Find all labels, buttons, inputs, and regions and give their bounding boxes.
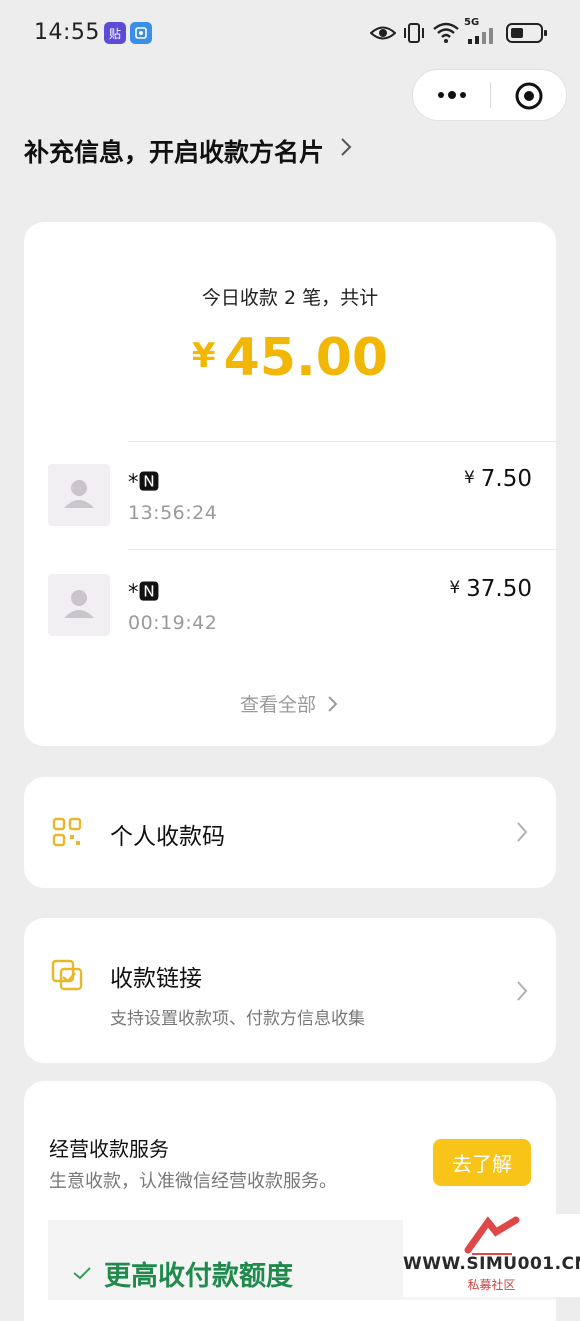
profile-setup-link[interactable]: 补充信息，开启收款方名片	[24, 133, 324, 169]
watermark-subtext: 私募社区	[467, 1278, 516, 1292]
view-all-link[interactable]: 查看全部	[0, 690, 580, 717]
notification-app-icon: 贴	[104, 22, 126, 44]
more-dots-icon[interactable]	[433, 84, 471, 110]
total-value: 45.00	[223, 328, 389, 388]
transaction-payer: *🅽	[128, 580, 160, 604]
signal-icon	[466, 26, 500, 48]
chevron-right-icon	[338, 133, 354, 168]
payment-link-card[interactable]	[24, 918, 556, 1063]
qr-code-icon	[52, 817, 82, 851]
chevron-right-icon	[328, 696, 338, 712]
payment-link-icon	[51, 959, 83, 995]
payment-link-description: 支持设置收款项、付款方信息收集	[110, 1009, 365, 1029]
chevron-right-icon	[515, 819, 529, 852]
status-time: 14:55	[34, 20, 100, 45]
feature-text: 更高收付款额度	[104, 1261, 293, 1292]
user-placeholder-icon	[64, 590, 94, 618]
personal-qr-card[interactable]	[24, 777, 556, 888]
learn-more-button[interactable]: 去了解	[433, 1139, 531, 1186]
business-title: 经营收款服务	[49, 1137, 169, 1161]
watermark-text: WWW.SIMU001.CN	[403, 1254, 580, 1274]
daily-total-amount: ¥45.00	[0, 328, 580, 388]
payment-link-label: 收款链接	[110, 966, 202, 992]
close-miniprogram-icon[interactable]	[513, 80, 545, 116]
transaction-time: 13:56:24	[128, 502, 218, 524]
transaction-amount: ¥7.50	[463, 466, 532, 492]
business-subtitle: 生意收款，认准微信经营收款服务。	[49, 1171, 337, 1192]
avatar	[48, 464, 110, 526]
view-all-label: 查看全部	[239, 694, 316, 716]
capsule-divider	[490, 82, 491, 108]
eye-icon	[369, 22, 397, 48]
battery-icon	[506, 22, 548, 48]
chevron-right-icon	[515, 978, 529, 1011]
check-icon	[72, 1262, 92, 1286]
mini-program-capsule	[412, 69, 567, 121]
personal-qr-label: 个人收款码	[110, 824, 225, 850]
transaction-amount: ¥37.50	[449, 576, 532, 602]
transaction-payer: *🅽	[128, 470, 160, 494]
wifi-icon	[432, 20, 460, 48]
notification-app2-icon	[130, 22, 152, 44]
currency-symbol: ¥	[191, 336, 216, 376]
vibrate-icon	[402, 22, 426, 48]
avatar	[48, 574, 110, 636]
daily-summary-label: 今日收款 2 笔，共计	[201, 287, 379, 309]
transaction-time: 00:19:42	[128, 612, 218, 634]
user-placeholder-icon	[64, 480, 94, 508]
